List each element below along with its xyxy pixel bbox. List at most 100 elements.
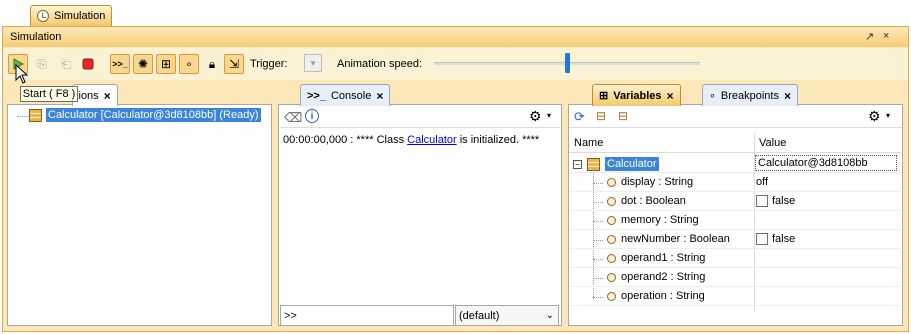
variable-value: Calculator@3d8108bb: [758, 157, 868, 169]
step-over-button[interactable]: ⎗: [56, 54, 76, 74]
simulation-icon: [37, 10, 49, 22]
class-link[interactable]: Calculator: [407, 134, 457, 146]
console-input[interactable]: >>: [280, 305, 454, 326]
animation-toggle-button[interactable]: ✺: [133, 54, 153, 74]
trigger-combo[interactable]: ▾: [304, 54, 322, 72]
sessions-toggle-button[interactable]: ⊞: [156, 54, 176, 74]
attribute-icon: [607, 253, 616, 263]
tree-connector: [593, 183, 603, 184]
table-row[interactable]: operand1 : String: [569, 249, 901, 268]
console-log-line: 00:00:00,000 : **** Class Calculator is …: [283, 134, 539, 146]
maximize-icon[interactable]: ↗: [865, 30, 874, 43]
tab-simulation[interactable]: Simulation: [30, 5, 112, 26]
tab-console[interactable]: >>_ Console ×: [300, 84, 391, 106]
tab-variables[interactable]: ⊞ Variables ×: [592, 84, 681, 106]
table-row[interactable]: − Calculator Calculator@3d8108bb: [569, 154, 901, 173]
attribute-icon: [607, 234, 616, 244]
table-row[interactable]: display : String off: [569, 173, 901, 192]
animation-speed-label: Animation speed:: [337, 58, 422, 70]
tree-connector: [593, 240, 603, 241]
tab-variables-label: Variables: [613, 89, 662, 102]
console-context-value: (default): [459, 309, 500, 322]
tab-breakpoints-label: Breakpoints: [720, 89, 779, 102]
step-over-icon: ⎗: [61, 56, 71, 71]
table-row[interactable]: operand2 : String: [569, 268, 901, 287]
log-suffix: is initialized. ****: [456, 134, 540, 146]
table-row[interactable]: dot : Boolean false: [569, 192, 901, 211]
hierarchy-icon: ⊞: [160, 57, 172, 71]
variable-name: display : String: [621, 176, 694, 188]
info-icon[interactable]: i: [305, 109, 319, 123]
chevron-down-icon: ⌄: [545, 310, 554, 321]
tab-sessions[interactable]: sions ×: [72, 84, 118, 106]
refresh-icon[interactable]: ⟳: [574, 109, 585, 125]
value-checkbox[interactable]: [756, 233, 768, 245]
tree-connector: [593, 278, 603, 279]
trigger-label: Trigger:: [250, 58, 288, 70]
gear-icon[interactable]: ⚙: [529, 108, 542, 125]
terminate-button[interactable]: [78, 54, 98, 74]
console-input-value: >>: [284, 309, 297, 322]
chevron-down-icon[interactable]: ▾: [886, 111, 890, 120]
variables-icon: ⊞: [599, 90, 609, 102]
class-icon: [29, 108, 42, 122]
attribute-icon: [607, 215, 616, 225]
variable-name: newNumber : Boolean: [621, 233, 730, 245]
column-name[interactable]: Name: [574, 137, 603, 149]
export-icon: ⇲: [228, 57, 240, 71]
import-variables-icon[interactable]: ⊟: [618, 109, 628, 123]
chevron-down-icon: ▾: [310, 57, 316, 68]
session-item-label: Calculator [Calculator@3d8108bb] (Ready): [46, 108, 261, 122]
lock-button[interactable]: 🔒︎: [202, 54, 222, 74]
close-icon[interactable]: ×: [667, 89, 674, 103]
window-title: Simulation: [10, 31, 62, 43]
sessions-panel: [7, 104, 272, 326]
variable-name: dot : Boolean: [621, 195, 686, 207]
chevron-down-icon[interactable]: ▾: [547, 111, 551, 120]
session-item[interactable]: Calculator [Calculator@3d8108bb] (Ready): [29, 108, 261, 122]
export-variables-icon[interactable]: ⊟: [596, 109, 606, 123]
variable-name: operand2 : String: [621, 271, 706, 283]
console-context-select[interactable]: (default) ⌄: [455, 305, 559, 326]
tab-breakpoints[interactable]: ∘ Breakpoints ×: [702, 84, 798, 106]
eraser-icon[interactable]: ⌫: [284, 110, 302, 126]
collapse-icon[interactable]: −: [573, 159, 582, 169]
console-toggle-button[interactable]: >>_: [110, 54, 130, 74]
step-into-icon: ⎘: [37, 56, 47, 71]
variable-value: false: [772, 195, 796, 207]
attribute-icon: [607, 272, 616, 282]
close-window-icon[interactable]: ×: [883, 30, 889, 42]
mouse-cursor-icon: [15, 64, 29, 84]
attribute-icon: [607, 196, 616, 206]
slider-thumb[interactable]: [565, 53, 570, 73]
tree-connector: [17, 116, 29, 117]
close-icon[interactable]: ×: [104, 89, 111, 103]
tree-connector: [593, 202, 603, 203]
table-row[interactable]: operation : String: [569, 287, 901, 306]
gear-icon[interactable]: ⚙: [868, 108, 881, 125]
log-prefix: 00:00:00,000 : **** Class: [283, 134, 408, 146]
variable-name: operand1 : String: [621, 252, 706, 264]
lock-icon: 🔒︎: [208, 56, 216, 71]
attribute-icon: [607, 177, 616, 187]
table-row[interactable]: newNumber : Boolean false: [569, 230, 901, 249]
close-icon[interactable]: ×: [784, 89, 791, 103]
breakpoints-icon: ∘: [709, 90, 716, 102]
close-icon[interactable]: ×: [376, 89, 383, 103]
console-icon: >>_: [112, 59, 128, 69]
breakpoint-icon: ∘: [185, 57, 193, 71]
step-into-button[interactable]: ⎘: [32, 54, 52, 74]
tree-connector: [593, 259, 603, 260]
export-button[interactable]: ⇲: [224, 54, 244, 74]
breakpoints-toggle-button[interactable]: ∘: [179, 54, 199, 74]
variable-name: operation : String: [621, 290, 705, 302]
attribute-icon: [607, 291, 616, 301]
table-row[interactable]: memory : String: [569, 211, 901, 230]
console-toolbar: [280, 106, 560, 128]
tab-console-label: Console: [330, 89, 372, 102]
start-tooltip: Start ( F8 ): [20, 86, 78, 102]
tree-connector: [593, 297, 603, 298]
value-checkbox[interactable]: [756, 195, 768, 207]
animation-icon: ✺: [137, 57, 149, 71]
column-value[interactable]: Value: [759, 137, 786, 149]
